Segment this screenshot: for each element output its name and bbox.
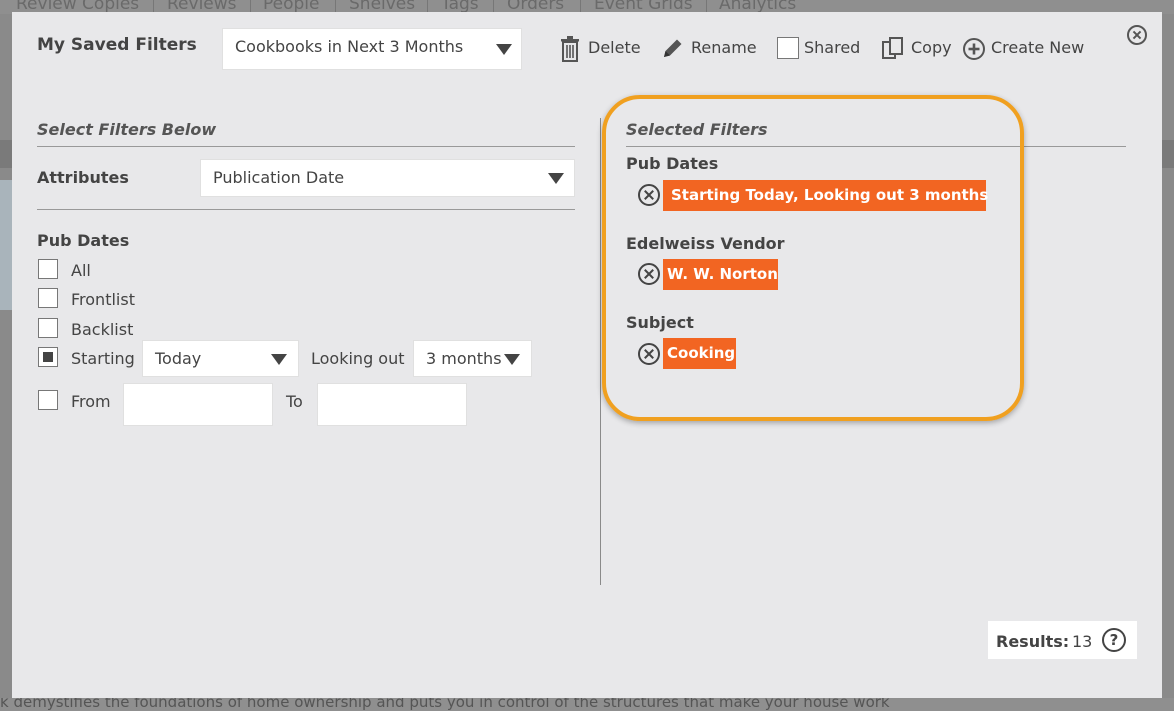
background-thumbnail (0, 180, 12, 310)
looking-out-value: 3 months (426, 349, 502, 368)
modal-title: My Saved Filters (37, 35, 197, 55)
to-label: To (286, 392, 303, 411)
pencil-icon[interactable] (661, 36, 685, 60)
delete-button[interactable]: Delete (588, 38, 641, 57)
starting-value: Today (155, 349, 202, 368)
divider (37, 146, 575, 147)
looking-out-select[interactable]: 3 months (413, 340, 532, 377)
background-page-edge (0, 140, 12, 168)
results-count: 13 (1072, 632, 1093, 651)
rename-button[interactable]: Rename (691, 38, 757, 57)
all-checkbox[interactable] (38, 259, 58, 279)
create-new-button[interactable]: Create New (991, 38, 1084, 57)
all-label[interactable]: All (71, 261, 91, 280)
pub-dates-heading: Pub Dates (37, 231, 130, 250)
starting-label[interactable]: Starting (71, 349, 135, 368)
results-label: Results: (996, 632, 1070, 651)
chevron-down-icon (496, 44, 512, 55)
frontlist-label[interactable]: Frontlist (71, 290, 135, 309)
from-label[interactable]: From (71, 392, 111, 411)
selected-filters-highlight (602, 95, 1024, 421)
backlist-label[interactable]: Backlist (71, 320, 133, 339)
select-filters-heading: Select Filters Below (37, 120, 217, 139)
frontlist-checkbox[interactable] (38, 288, 58, 308)
shared-checkbox[interactable] (777, 37, 799, 59)
close-icon[interactable] (1127, 25, 1147, 45)
trash-icon[interactable] (560, 36, 580, 62)
to-date-input[interactable] (317, 383, 467, 426)
plus-circle-icon[interactable] (962, 37, 986, 61)
chevron-down-icon (548, 173, 564, 184)
background-footer: k demystifies the foundations of home ow… (0, 698, 1174, 711)
starting-checkbox[interactable] (38, 347, 58, 367)
from-checkbox[interactable] (38, 390, 58, 410)
from-date-input[interactable] (123, 383, 273, 426)
results-box: Results: 13 ? (988, 621, 1137, 659)
attributes-value: Publication Date (213, 168, 345, 187)
help-icon[interactable]: ? (1102, 628, 1126, 652)
attributes-label: Attributes (37, 168, 129, 187)
chevron-down-icon (504, 354, 520, 365)
backlist-checkbox[interactable] (38, 318, 58, 338)
shared-label[interactable]: Shared (804, 38, 860, 57)
saved-filters-modal: My Saved Filters Cookbooks in Next 3 Mon… (12, 12, 1162, 698)
divider (37, 209, 575, 210)
copy-button[interactable]: Copy (911, 38, 952, 57)
attributes-select[interactable]: Publication Date (200, 159, 575, 197)
saved-filter-select[interactable]: Cookbooks in Next 3 Months (222, 28, 522, 70)
starting-select[interactable]: Today (142, 340, 299, 377)
copy-icon[interactable] (881, 36, 905, 60)
chevron-down-icon (271, 354, 287, 365)
background-page-edge (1162, 140, 1174, 168)
background-description: k demystifies the foundations of home ow… (0, 698, 890, 711)
looking-out-label: Looking out (311, 349, 405, 368)
saved-filter-value: Cookbooks in Next 3 Months (235, 37, 464, 56)
panel-divider (600, 118, 601, 585)
